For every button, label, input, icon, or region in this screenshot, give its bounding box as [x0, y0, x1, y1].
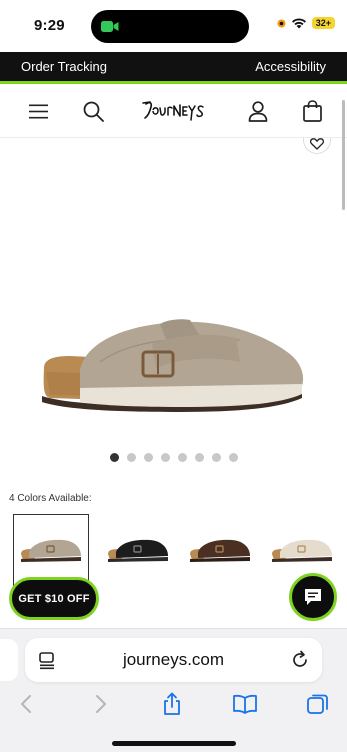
- swatch-brown-image: [190, 539, 250, 562]
- chat-icon: [305, 589, 321, 605]
- home-indicator: [112, 741, 236, 746]
- cart-button[interactable]: [299, 98, 325, 124]
- account-button[interactable]: [245, 98, 271, 124]
- pagination-dot[interactable]: [211, 453, 221, 462]
- share-button[interactable]: [159, 691, 185, 717]
- pagination-dot[interactable]: [126, 453, 136, 462]
- forward-button[interactable]: [88, 691, 114, 717]
- share-icon: [164, 692, 180, 715]
- utility-bar: Order Tracking Accessibility: [0, 52, 347, 81]
- search-button[interactable]: [80, 98, 106, 124]
- pagination-dot[interactable]: [160, 453, 170, 462]
- accessibility-link[interactable]: Accessibility: [255, 59, 326, 74]
- cart-icon: [302, 100, 322, 122]
- image-pagination: [0, 453, 347, 462]
- tabs-icon: [307, 694, 328, 714]
- status-indicators: 32+: [277, 17, 335, 29]
- bookmarks-button[interactable]: [232, 691, 258, 717]
- reload-icon[interactable]: [290, 650, 310, 670]
- journeys-logo-mark: [142, 101, 204, 121]
- facetime-camera-icon: [101, 21, 119, 32]
- status-bar: 9:29 32+: [0, 0, 347, 52]
- url-text: journeys.com: [122, 650, 225, 669]
- battery-indicator: 32+: [311, 17, 335, 29]
- chevron-left-icon: [21, 695, 31, 713]
- book-icon: [233, 694, 257, 714]
- pagination-dot[interactable]: [143, 453, 153, 462]
- address-bar[interactable]: journeys.com: [25, 638, 322, 682]
- swatch-cream-image: [272, 539, 332, 562]
- order-tracking-link[interactable]: Order Tracking: [21, 59, 107, 74]
- status-time: 9:29: [34, 17, 65, 34]
- swatch-black-image: [108, 539, 168, 562]
- swatch-taupe-image: [21, 539, 81, 562]
- product-gallery[interactable]: [0, 138, 347, 478]
- search-icon: [83, 101, 104, 122]
- journeys-logo[interactable]: [142, 98, 206, 124]
- back-button[interactable]: [13, 691, 39, 717]
- wishlist-button[interactable]: [303, 138, 331, 154]
- chat-button[interactable]: [289, 573, 337, 621]
- colors-available-label: 4 Colors Available:: [9, 493, 92, 504]
- swatch-brown[interactable]: [182, 514, 258, 586]
- pagination-dot[interactable]: [109, 453, 119, 462]
- chevron-right-icon: [96, 695, 106, 713]
- pagination-dot[interactable]: [228, 453, 238, 462]
- swatch-black[interactable]: [100, 514, 176, 586]
- tabs-button[interactable]: [305, 691, 331, 717]
- heart-icon: [310, 138, 324, 150]
- pagination-dot[interactable]: [177, 453, 187, 462]
- previous-tab-preview[interactable]: [0, 639, 18, 681]
- site-header: [0, 84, 347, 138]
- swatch-taupe[interactable]: [13, 514, 89, 586]
- menu-button[interactable]: [25, 98, 51, 124]
- account-icon: [248, 100, 268, 122]
- product-image: [42, 319, 304, 412]
- pagination-dot[interactable]: [194, 453, 204, 462]
- recording-dot-icon: [277, 18, 286, 28]
- menu-icon: [28, 104, 48, 118]
- safari-toolbar: journeys.com: [0, 628, 347, 752]
- wifi-icon: [291, 18, 306, 29]
- get-10-off-button[interactable]: GET $10 OFF: [9, 577, 99, 620]
- dynamic-island: [91, 10, 249, 43]
